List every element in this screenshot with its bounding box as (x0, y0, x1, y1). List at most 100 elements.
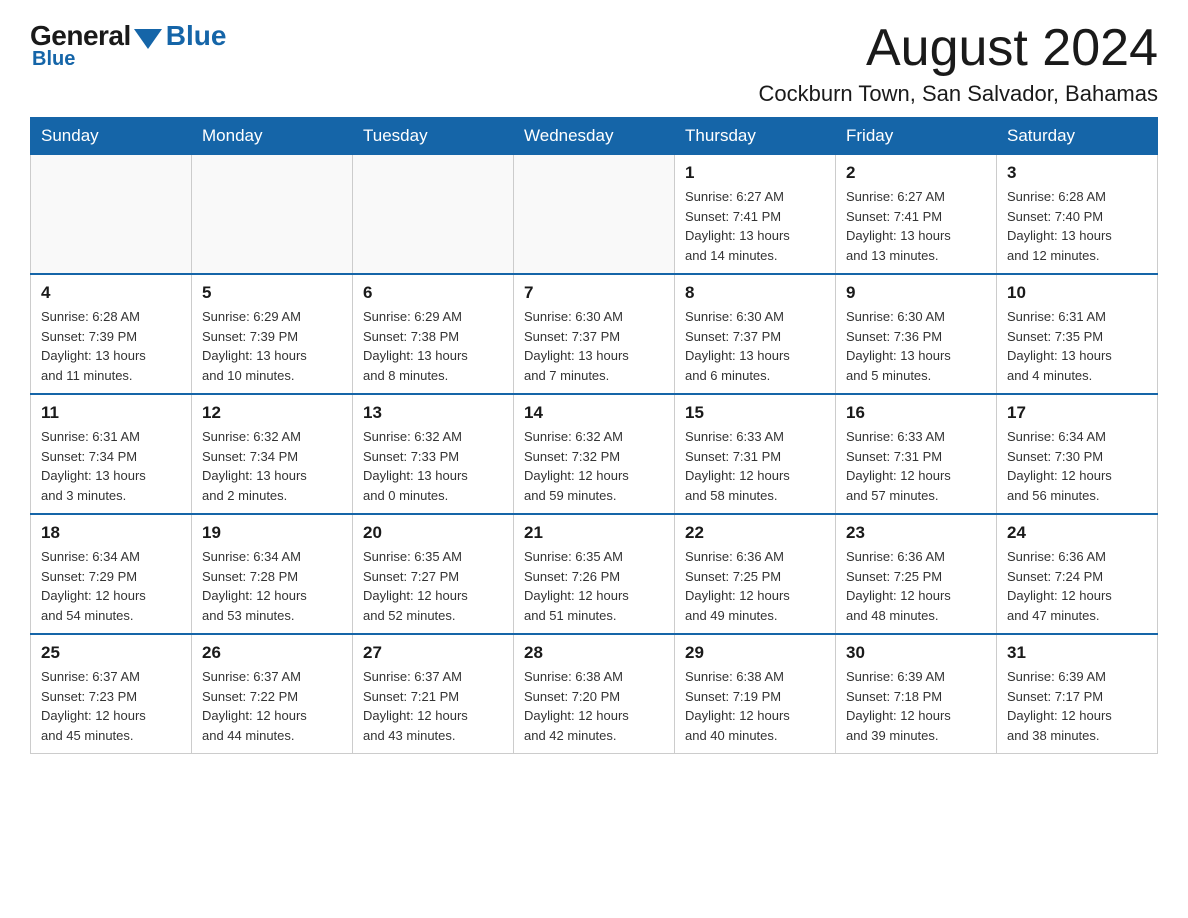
calendar-cell: 6Sunrise: 6:29 AM Sunset: 7:38 PM Daylig… (353, 274, 514, 394)
day-info: Sunrise: 6:34 AM Sunset: 7:30 PM Dayligh… (1007, 427, 1147, 505)
logo-blue-text: Blue (166, 20, 227, 52)
day-of-week-header: Wednesday (514, 118, 675, 155)
day-of-week-header: Sunday (31, 118, 192, 155)
day-number: 1 (685, 163, 825, 183)
calendar-cell: 28Sunrise: 6:38 AM Sunset: 7:20 PM Dayli… (514, 634, 675, 754)
day-of-week-header: Friday (836, 118, 997, 155)
calendar-cell: 3 Sunrise: 6:28 AM Sunset: 7:40 PM Daylig… (997, 155, 1158, 275)
day-of-week-header: Thursday (675, 118, 836, 155)
day-number: 14 (524, 403, 664, 423)
calendar-cell: 25 Sunrise: 6:37 AM Sunset: 7:23 PM Dayli… (31, 634, 192, 754)
day-number: 4 (41, 283, 181, 303)
calendar-cell: 31Sunrise: 6:39 AM Sunset: 7:17 PM Dayli… (997, 634, 1158, 754)
calendar-cell: 20Sunrise: 6:35 AM Sunset: 7:27 PM Dayli… (353, 514, 514, 634)
title-section: August 2024 Cockburn Town, San Salvador,… (759, 20, 1159, 107)
day-info: Sunrise: 6:31 AM Sunset: 7:35 PM Dayligh… (1007, 307, 1147, 385)
calendar-cell: 12 Sunrise: 6:32 AM Sunset: 7:34 PM Dayli… (192, 394, 353, 514)
day-info: Sunrise: 6:35 AM Sunset: 7:26 PM Dayligh… (524, 547, 664, 625)
day-info: Sunrise: 6:30 AM Sunset: 7:37 PM Dayligh… (685, 307, 825, 385)
day-info: Sunrise: 6:36 AM Sunset: 7:25 PM Dayligh… (846, 547, 986, 625)
calendar-cell: 9 Sunrise: 6:30 AM Sunset: 7:36 PM Daylig… (836, 274, 997, 394)
day-number: 16 (846, 403, 986, 423)
page-header: General Blue Blue August 2024 Cockburn T… (30, 20, 1158, 107)
calendar-cell: 19Sunrise: 6:34 AM Sunset: 7:28 PM Dayli… (192, 514, 353, 634)
day-of-week-header: Saturday (997, 118, 1158, 155)
day-info: Sunrise: 6:27 AM Sunset: 7:41 PM Dayligh… (846, 187, 986, 265)
day-info: Sunrise: 6:37 AM Sunset: 7:22 PM Dayligh… (202, 667, 342, 745)
day-info: Sunrise: 6:31 AM Sunset: 7:34 PM Dayligh… (41, 427, 181, 505)
day-number: 20 (363, 523, 503, 543)
day-number: 8 (685, 283, 825, 303)
day-number: 22 (685, 523, 825, 543)
calendar-cell (353, 155, 514, 275)
calendar-cell: 29 Sunrise: 6:38 AM Sunset: 7:19 PM Dayli… (675, 634, 836, 754)
day-of-week-header: Monday (192, 118, 353, 155)
day-info: Sunrise: 6:32 AM Sunset: 7:34 PM Dayligh… (202, 427, 342, 505)
day-info: Sunrise: 6:37 AM Sunset: 7:21 PM Dayligh… (363, 667, 503, 745)
day-number: 9 (846, 283, 986, 303)
day-info: Sunrise: 6:36 AM Sunset: 7:24 PM Dayligh… (1007, 547, 1147, 625)
logo-triangle-icon (134, 29, 162, 49)
calendar-cell: 17 Sunrise: 6:34 AM Sunset: 7:30 PM Dayli… (997, 394, 1158, 514)
day-number: 5 (202, 283, 342, 303)
day-number: 26 (202, 643, 342, 663)
calendar-cell: 14 Sunrise: 6:32 AM Sunset: 7:32 PM Dayli… (514, 394, 675, 514)
calendar-header-row: SundayMondayTuesdayWednesdayThursdayFrid… (31, 118, 1158, 155)
day-number: 29 (685, 643, 825, 663)
day-info: Sunrise: 6:34 AM Sunset: 7:29 PM Dayligh… (41, 547, 181, 625)
day-info: Sunrise: 6:37 AM Sunset: 7:23 PM Dayligh… (41, 667, 181, 745)
calendar-cell: 23 Sunrise: 6:36 AM Sunset: 7:25 PM Dayli… (836, 514, 997, 634)
day-number: 19 (202, 523, 342, 543)
day-number: 30 (846, 643, 986, 663)
day-info: Sunrise: 6:38 AM Sunset: 7:19 PM Dayligh… (685, 667, 825, 745)
calendar-cell: 10 Sunrise: 6:31 AM Sunset: 7:35 PM Dayli… (997, 274, 1158, 394)
day-number: 11 (41, 403, 181, 423)
day-info: Sunrise: 6:32 AM Sunset: 7:32 PM Dayligh… (524, 427, 664, 505)
calendar-cell: 5 Sunrise: 6:29 AM Sunset: 7:39 PM Daylig… (192, 274, 353, 394)
calendar-cell: 4 Sunrise: 6:28 AM Sunset: 7:39 PM Daylig… (31, 274, 192, 394)
calendar-cell: 16 Sunrise: 6:33 AM Sunset: 7:31 PM Dayli… (836, 394, 997, 514)
day-number: 2 (846, 163, 986, 183)
calendar-cell (192, 155, 353, 275)
day-number: 24 (1007, 523, 1147, 543)
day-info: Sunrise: 6:30 AM Sunset: 7:36 PM Dayligh… (846, 307, 986, 385)
calendar-cell: 8 Sunrise: 6:30 AM Sunset: 7:37 PM Daylig… (675, 274, 836, 394)
day-number: 7 (524, 283, 664, 303)
calendar-cell: 11 Sunrise: 6:31 AM Sunset: 7:34 PM Dayli… (31, 394, 192, 514)
day-number: 10 (1007, 283, 1147, 303)
calendar-cell: 26 Sunrise: 6:37 AM Sunset: 7:22 PM Dayli… (192, 634, 353, 754)
day-info: Sunrise: 6:33 AM Sunset: 7:31 PM Dayligh… (846, 427, 986, 505)
day-number: 31 (1007, 643, 1147, 663)
day-info: Sunrise: 6:28 AM Sunset: 7:39 PM Dayligh… (41, 307, 181, 385)
calendar-cell: 2 Sunrise: 6:27 AM Sunset: 7:41 PM Daylig… (836, 155, 997, 275)
day-info: Sunrise: 6:27 AM Sunset: 7:41 PM Dayligh… (685, 187, 825, 265)
calendar-cell: 15Sunrise: 6:33 AM Sunset: 7:31 PM Dayli… (675, 394, 836, 514)
calendar-cell: 1 Sunrise: 6:27 AM Sunset: 7:41 PM Daylig… (675, 155, 836, 275)
day-number: 17 (1007, 403, 1147, 423)
calendar-cell (31, 155, 192, 275)
calendar-cell: 22 Sunrise: 6:36 AM Sunset: 7:25 PM Dayli… (675, 514, 836, 634)
day-number: 13 (363, 403, 503, 423)
calendar-week-row: 11 Sunrise: 6:31 AM Sunset: 7:34 PM Dayli… (31, 394, 1158, 514)
day-number: 12 (202, 403, 342, 423)
calendar-cell (514, 155, 675, 275)
day-info: Sunrise: 6:32 AM Sunset: 7:33 PM Dayligh… (363, 427, 503, 505)
day-info: Sunrise: 6:30 AM Sunset: 7:37 PM Dayligh… (524, 307, 664, 385)
logo: General Blue Blue (30, 20, 226, 71)
day-info: Sunrise: 6:39 AM Sunset: 7:18 PM Dayligh… (846, 667, 986, 745)
day-number: 3 (1007, 163, 1147, 183)
day-number: 23 (846, 523, 986, 543)
day-info: Sunrise: 6:36 AM Sunset: 7:25 PM Dayligh… (685, 547, 825, 625)
calendar-cell: 27Sunrise: 6:37 AM Sunset: 7:21 PM Dayli… (353, 634, 514, 754)
day-number: 18 (41, 523, 181, 543)
calendar-cell: 18 Sunrise: 6:34 AM Sunset: 7:29 PM Dayli… (31, 514, 192, 634)
day-info: Sunrise: 6:29 AM Sunset: 7:39 PM Dayligh… (202, 307, 342, 385)
day-of-week-header: Tuesday (353, 118, 514, 155)
calendar-week-row: 1 Sunrise: 6:27 AM Sunset: 7:41 PM Daylig… (31, 155, 1158, 275)
day-number: 15 (685, 403, 825, 423)
logo-bottom-text: Blue (32, 48, 75, 71)
day-info: Sunrise: 6:28 AM Sunset: 7:40 PM Dayligh… (1007, 187, 1147, 265)
day-number: 25 (41, 643, 181, 663)
day-info: Sunrise: 6:29 AM Sunset: 7:38 PM Dayligh… (363, 307, 503, 385)
calendar-week-row: 18 Sunrise: 6:34 AM Sunset: 7:29 PM Dayli… (31, 514, 1158, 634)
